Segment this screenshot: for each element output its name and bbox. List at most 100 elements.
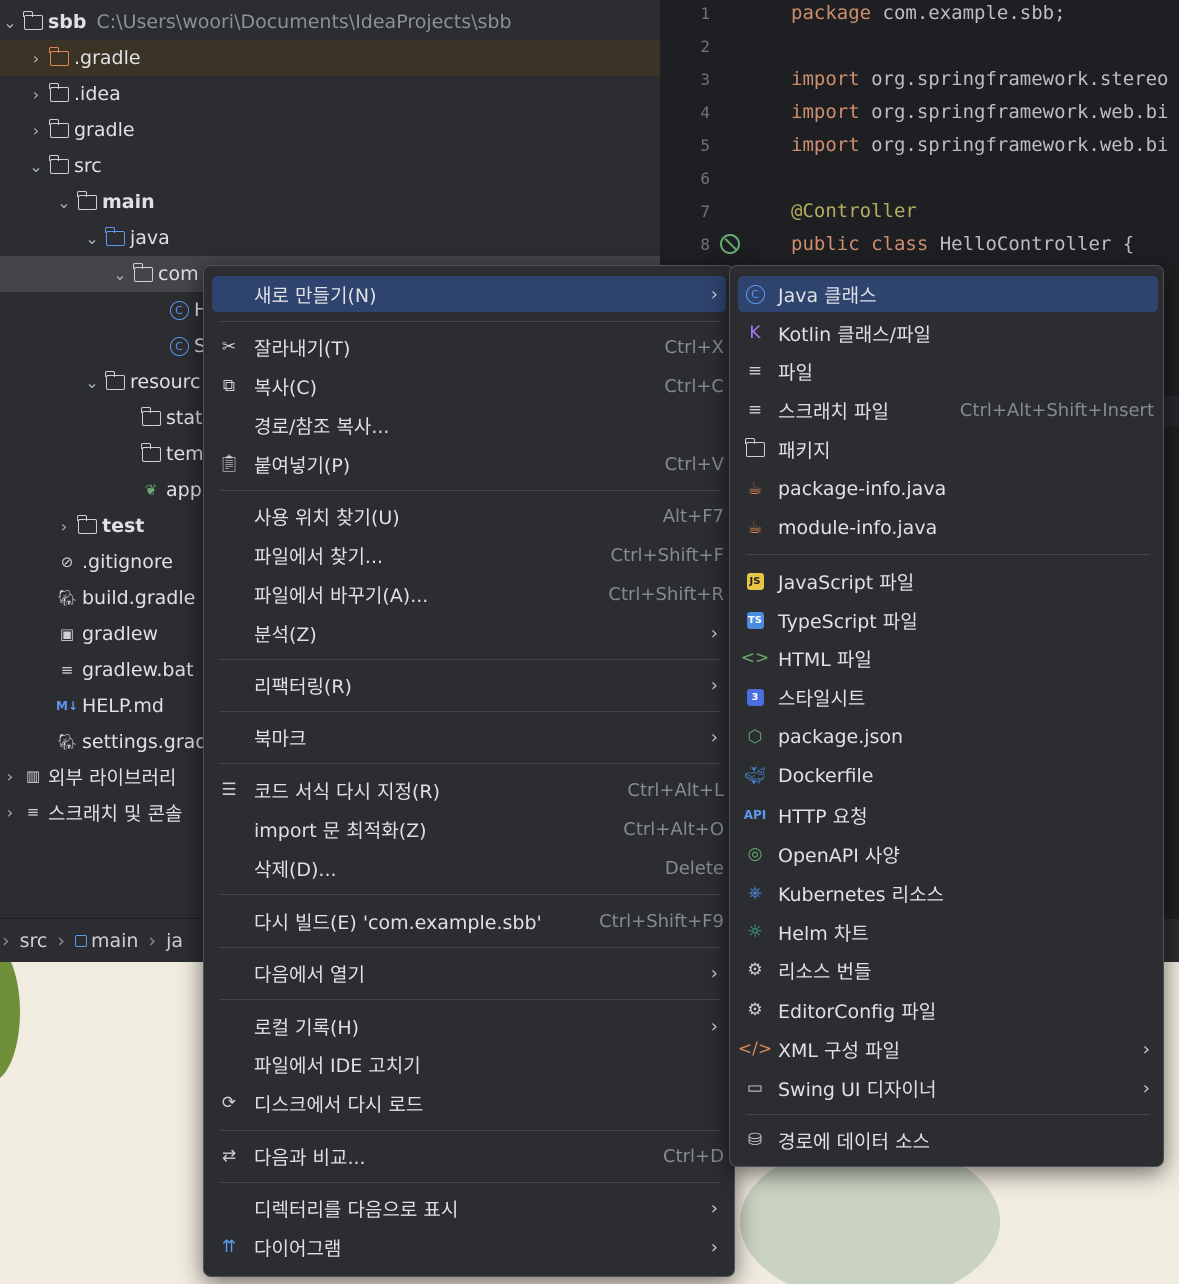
menu-item-bookmarks[interactable]: 북마크 › <box>212 719 726 755</box>
submenu-item-scratch[interactable]: ≡ 스크래치 파일 Ctrl+Alt+Shift+Insert <box>738 392 1158 428</box>
menu-item-paste[interactable]: 📋︎ 붙여넣기(P) Ctrl+V <box>212 446 726 482</box>
menu-item-rebuild[interactable]: 다시 빌드(E) 'com.example.sbb' Ctrl+Shift+F9 <box>212 903 726 939</box>
menu-item-label: 패키지 <box>778 439 831 462</box>
submenu-item-java-class[interactable]: C Java 클래스 <box>738 276 1158 312</box>
chevron-right-icon[interactable]: › <box>54 517 74 536</box>
line-number: 4 <box>700 103 710 122</box>
code-line-5: import org.springframework.web.bi <box>791 134 1169 156</box>
tree-item-main[interactable]: ⌄ main <box>0 184 660 220</box>
folder-icon <box>46 154 72 177</box>
diagram-icon: ⇈ <box>221 1237 237 1257</box>
tree-item-label: test <box>102 515 145 537</box>
breadcrumb-item[interactable]: ja <box>166 930 183 952</box>
breadcrumb-item[interactable]: src <box>20 930 48 952</box>
menu-item-label: 코드 서식 다시 지정(R) <box>254 780 440 803</box>
tree-item-gradle[interactable]: › gradle <box>0 112 660 148</box>
chevron-down-icon[interactable]: ⌄ <box>82 373 102 392</box>
menu-item-repair-ide[interactable]: 파일에서 IDE 고치기 <box>212 1046 726 1082</box>
submenu-item-kotlin[interactable]: K Kotlin 클래스/파일 <box>738 315 1158 351</box>
tree-item-gradle-dir[interactable]: › .gradle <box>0 40 660 76</box>
chevron-down-icon[interactable]: ⌄ <box>82 229 102 248</box>
chevron-down-icon[interactable]: ⌄ <box>110 265 130 284</box>
menu-item-label: 스타일시트 <box>778 687 866 710</box>
submenu-item-package[interactable]: 패키지 <box>738 431 1158 467</box>
folder-icon <box>46 82 72 105</box>
menu-item-analyze[interactable]: 분석(Z) › <box>212 615 726 651</box>
chevron-down-icon[interactable]: ⌄ <box>54 193 74 212</box>
chevron-right-icon: › <box>710 1197 718 1219</box>
menu-item-mark-directory[interactable]: 디렉터리를 다음으로 표시 › <box>212 1190 726 1226</box>
menu-item-copy-path[interactable]: 경로/참조 복사... <box>212 407 726 443</box>
submenu-item-file[interactable]: ≡ 파일 <box>738 353 1158 389</box>
line-number: 8 <box>700 235 710 254</box>
chevron-right-icon[interactable]: › <box>26 49 46 68</box>
tree-item-java[interactable]: ⌄ java <box>0 220 660 256</box>
menu-item-label: 리팩터링(R) <box>254 675 352 698</box>
kubernetes-icon: ⎈ <box>748 883 762 903</box>
tree-item-src[interactable]: ⌄ src <box>0 148 660 184</box>
folder-icon <box>138 442 164 465</box>
tree-item-label: java <box>130 227 170 249</box>
chevron-right-icon[interactable]: › <box>26 85 46 104</box>
submenu-item-editorconfig[interactable]: ⚙ EditorConfig 파일 <box>738 992 1158 1028</box>
gear-icon: ⚙ <box>747 1000 763 1020</box>
submenu-item-javascript[interactable]: JS JavaScript 파일 <box>738 563 1158 599</box>
menu-item-delete[interactable]: 삭제(D)... Delete <box>212 850 726 886</box>
menu-item-find-usages[interactable]: 사용 위치 찾기(U) Alt+F7 <box>212 498 726 534</box>
submenu-item-dockerfile[interactable]: 🐳︎ Dockerfile <box>738 758 1158 794</box>
submenu-item-package-info[interactable]: ☕︎ package-info.java <box>738 471 1158 507</box>
submenu-item-typescript[interactable]: TS TypeScript 파일 <box>738 602 1158 638</box>
code-text: org.springframework.stereo <box>859 68 1169 90</box>
menu-item-open-in[interactable]: 다음에서 열기 › <box>212 955 726 991</box>
typescript-icon: TS <box>742 607 768 633</box>
menu-item-label: import 문 최적화(Z) <box>254 819 427 842</box>
spring-bean-gutter-icon[interactable] <box>720 234 740 254</box>
chevron-right-icon: › <box>57 929 65 952</box>
submenu-item-html[interactable]: <> HTML 파일 <box>738 640 1158 676</box>
tree-item-label: settings.grad <box>82 731 208 753</box>
menu-item-shortcut: Ctrl+X <box>664 336 724 358</box>
menu-item-cut[interactable]: ✂ 잘라내기(T) Ctrl+X <box>212 329 726 365</box>
javascript-icon: JS <box>742 568 768 594</box>
chevron-down-icon[interactable]: ⌄ <box>26 157 46 176</box>
docker-icon: 🐳︎ <box>744 766 766 786</box>
submenu-item-data-source[interactable]: ⛁ 경로에 데이터 소스 <box>738 1122 1158 1158</box>
menu-item-local-history[interactable]: 로컬 기록(H) › <box>212 1008 726 1044</box>
tree-root-sbb[interactable]: ⌄ sbb C:\Users\woori\Documents\IdeaProje… <box>0 4 660 40</box>
submenu-item-resource-bundle[interactable]: ⚙ 리소스 번들 <box>738 952 1158 988</box>
code-keyword: class <box>871 233 929 255</box>
menu-item-find-in-files[interactable]: 파일에서 찾기... Ctrl+Shift+F <box>212 537 726 573</box>
module-folder-icon <box>74 190 100 213</box>
menu-item-copy[interactable]: ⧉ 복사(C) Ctrl+C <box>212 368 726 404</box>
submenu-item-openapi[interactable]: ◎ OpenAPI 사양 <box>738 836 1158 872</box>
submenu-item-kubernetes[interactable]: ⎈ Kubernetes 리소스 <box>738 875 1158 911</box>
gradle-icon: 🐘︎ <box>57 589 77 607</box>
submenu-item-module-info[interactable]: ☕︎ module-info.java <box>738 510 1158 546</box>
menu-item-replace-in-files[interactable]: 파일에서 바꾸기(A)... Ctrl+Shift+R <box>212 576 726 612</box>
menu-item-diagrams[interactable]: ⇈ 다이어그램 › <box>212 1229 726 1265</box>
ignore-file-icon: ⊘ <box>60 553 74 571</box>
menu-item-refactor[interactable]: 리팩터링(R) › <box>212 667 726 703</box>
chevron-right-icon: › <box>148 929 157 952</box>
submenu-item-package-json[interactable]: ⬡ package.json <box>738 719 1158 755</box>
menu-item-optimize-imports[interactable]: import 문 최적화(Z) Ctrl+Alt+O <box>212 811 726 847</box>
menu-item-reload-from-disk[interactable]: ⟳ 디스크에서 다시 로드 <box>212 1085 726 1121</box>
tree-item-idea[interactable]: › .idea <box>0 76 660 112</box>
submenu-item-xml-config[interactable]: </> XML 구성 파일 › <box>738 1031 1158 1067</box>
menu-item-new[interactable]: 새로 만들기(N) › <box>212 276 726 312</box>
chevron-right-icon: › <box>710 1015 718 1037</box>
menu-item-compare-with[interactable]: ⇄ 다음과 비교... Ctrl+D <box>212 1138 726 1174</box>
chevron-down-icon[interactable]: ⌄ <box>0 13 20 32</box>
submenu-item-http-request[interactable]: API HTTP 요청 <box>738 797 1158 833</box>
menu-item-label: Java 클래스 <box>778 284 877 307</box>
menu-separator <box>746 1114 1150 1115</box>
code-keyword: public <box>791 233 860 255</box>
chevron-right-icon[interactable]: › <box>0 803 20 822</box>
chevron-right-icon[interactable]: › <box>0 767 20 786</box>
submenu-item-swing-ui[interactable]: ▭ Swing UI 디자이너 › <box>738 1070 1158 1106</box>
chevron-right-icon[interactable]: › <box>26 121 46 140</box>
submenu-item-helm[interactable]: ☼ Helm 차트 <box>738 914 1158 950</box>
breadcrumb-item[interactable]: main <box>91 930 138 952</box>
submenu-item-stylesheet[interactable]: 3 스타일시트 <box>738 679 1158 715</box>
menu-item-reformat-code[interactable]: ☰ 코드 서식 다시 지정(R) Ctrl+Alt+L <box>212 772 726 808</box>
